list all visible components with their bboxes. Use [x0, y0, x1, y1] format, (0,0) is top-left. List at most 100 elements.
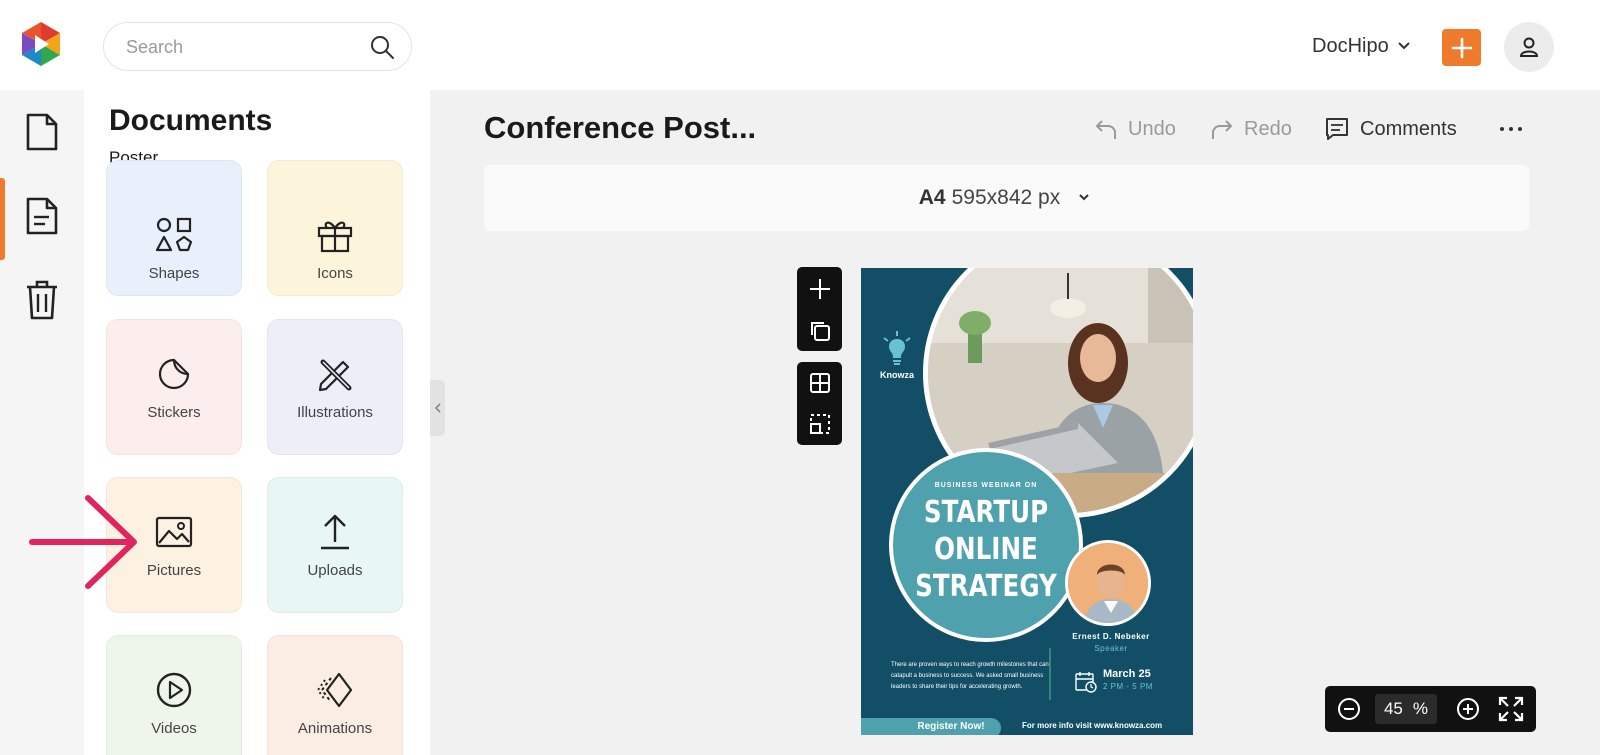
redo-icon — [1212, 120, 1232, 139]
zoom-control: 45 % — [1325, 686, 1536, 732]
top-bar: DocHipo — [0, 0, 1600, 90]
dot — [1518, 127, 1522, 131]
speaker-role: Speaker — [1094, 644, 1128, 653]
document-lines-icon — [26, 197, 58, 235]
play-circle-icon — [156, 672, 192, 707]
resize-icon[interactable] — [808, 412, 832, 436]
plus-icon — [1451, 37, 1472, 58]
brand-mark[interactable]: Knowza — [875, 330, 919, 380]
tile-label: Stickers — [147, 403, 201, 421]
rail-item-new-document[interactable] — [0, 92, 84, 172]
comments-button[interactable]: Comments — [1324, 114, 1457, 144]
upload-icon — [321, 514, 349, 549]
tile-label: Icons — [317, 264, 353, 282]
rail-item-documents[interactable] — [0, 176, 84, 260]
panel-title: Documents — [109, 104, 273, 137]
rail-item-trash[interactable] — [0, 260, 84, 340]
zoom-in-icon — [1457, 698, 1479, 720]
page-tools-group — [797, 267, 842, 351]
fullscreen-icon — [1498, 696, 1524, 722]
gift-icon — [317, 221, 353, 252]
more-info-text: For more info visit www.knowza.com — [1022, 721, 1163, 730]
chevron-left-icon — [434, 403, 441, 413]
event-date: March 25 — [1103, 668, 1151, 680]
user-profile-button[interactable] — [1504, 22, 1554, 72]
poster-canvas[interactable]: Knowza BUSINESS WEBINAR ON STARTUP ONLIN… — [861, 268, 1193, 735]
duplicate-page-icon[interactable] — [809, 320, 831, 342]
tile-label: Animations — [297, 719, 373, 737]
dot — [1500, 127, 1504, 131]
trash-icon — [27, 280, 57, 320]
add-page-icon[interactable] — [808, 277, 832, 301]
workspace-dropdown[interactable]: DocHipo — [1312, 33, 1411, 59]
speaker-portrait-image — [1068, 543, 1148, 623]
workspace-label: DocHipo — [1312, 34, 1389, 57]
tile-animations[interactable]: Animations — [267, 635, 403, 755]
brand-name: Knowza — [879, 370, 914, 380]
undo-icon — [1096, 120, 1116, 139]
picture-icon — [155, 516, 193, 547]
tile-label: Pictures — [146, 561, 202, 579]
register-button[interactable]: Register Now! — [861, 718, 1001, 735]
zoom-out-icon — [1338, 698, 1360, 720]
animation-icon — [316, 672, 353, 707]
zoom-level[interactable]: 45 % — [1375, 694, 1437, 724]
fullscreen-button[interactable] — [1497, 695, 1525, 723]
more-options-button[interactable] — [1496, 118, 1526, 140]
search-icon[interactable] — [369, 34, 395, 60]
chevron-down-icon — [1397, 42, 1410, 50]
user-icon — [1519, 37, 1539, 57]
zoom-out-button[interactable] — [1335, 695, 1363, 723]
redo-button[interactable]: Redo — [1210, 114, 1292, 144]
tile-videos[interactable]: Videos — [106, 635, 242, 755]
comments-label: Comments — [1360, 117, 1457, 140]
undo-button[interactable]: Undo — [1094, 114, 1176, 144]
tile-label: Shapes — [148, 264, 200, 282]
layout-tools-group — [797, 362, 842, 445]
sticker-icon — [158, 358, 190, 389]
left-rail — [0, 90, 84, 755]
poster-body-text[interactable]: There are proven ways to reach growth mi… — [891, 660, 1053, 693]
lightbulb-icon — [883, 331, 911, 365]
grid-icon[interactable] — [808, 371, 832, 395]
zoom-in-button[interactable] — [1454, 695, 1482, 723]
tile-shapes[interactable]: Shapes — [106, 160, 242, 296]
document-title[interactable]: Conference Post... — [484, 110, 756, 146]
zoom-unit: % — [1412, 699, 1429, 718]
collapse-panel-button[interactable] — [430, 380, 445, 436]
search-box[interactable] — [103, 22, 412, 71]
tile-stickers[interactable]: Stickers — [106, 319, 242, 455]
headline-circle[interactable]: BUSINESS WEBINAR ON STARTUP ONLINE STRAT… — [889, 448, 1083, 642]
dochipo-logo-icon[interactable] — [18, 20, 64, 68]
comment-icon — [1326, 118, 1348, 140]
elements-panel: Documents Poster Shapes Icons Stickers I… — [84, 90, 430, 755]
page-size-dimensions: 595x842 px — [951, 186, 1061, 209]
headline-line: ONLINE — [934, 532, 1038, 567]
tile-illustrations[interactable]: Illustrations — [267, 319, 403, 455]
search-input[interactable] — [126, 35, 356, 59]
chevron-down-icon — [1079, 194, 1089, 201]
headline-line: STARTUP — [923, 495, 1049, 530]
event-time: 2 PM - 5 PM — [1103, 682, 1153, 691]
tile-label: Uploads — [307, 561, 363, 579]
divider — [1049, 648, 1051, 700]
tile-label: Videos — [151, 719, 197, 737]
create-new-button[interactable] — [1442, 29, 1481, 66]
page-size-name: A4 — [918, 186, 946, 209]
speaker-photo[interactable] — [1065, 540, 1151, 626]
headline-line: STRATEGY — [915, 569, 1057, 604]
tile-label: Illustrations — [297, 403, 373, 421]
shapes-icon — [155, 217, 193, 251]
zoom-value: 45 — [1383, 699, 1403, 718]
dot — [1509, 127, 1513, 131]
speaker-name: Ernest D. Nebeker — [1072, 632, 1150, 641]
redo-label: Redo — [1244, 117, 1292, 140]
undo-label: Undo — [1128, 117, 1176, 140]
document-icon — [26, 113, 58, 151]
page-size-selector[interactable]: A4 595x842 px — [484, 165, 1529, 231]
tile-uploads[interactable]: Uploads — [267, 477, 403, 613]
tile-icons[interactable]: Icons — [267, 160, 403, 296]
headline-kicker: BUSINESS WEBINAR ON — [934, 482, 1038, 489]
headline: STARTUP ONLINE STRATEGY — [910, 494, 1063, 605]
pen-ruler-icon — [318, 359, 352, 391]
